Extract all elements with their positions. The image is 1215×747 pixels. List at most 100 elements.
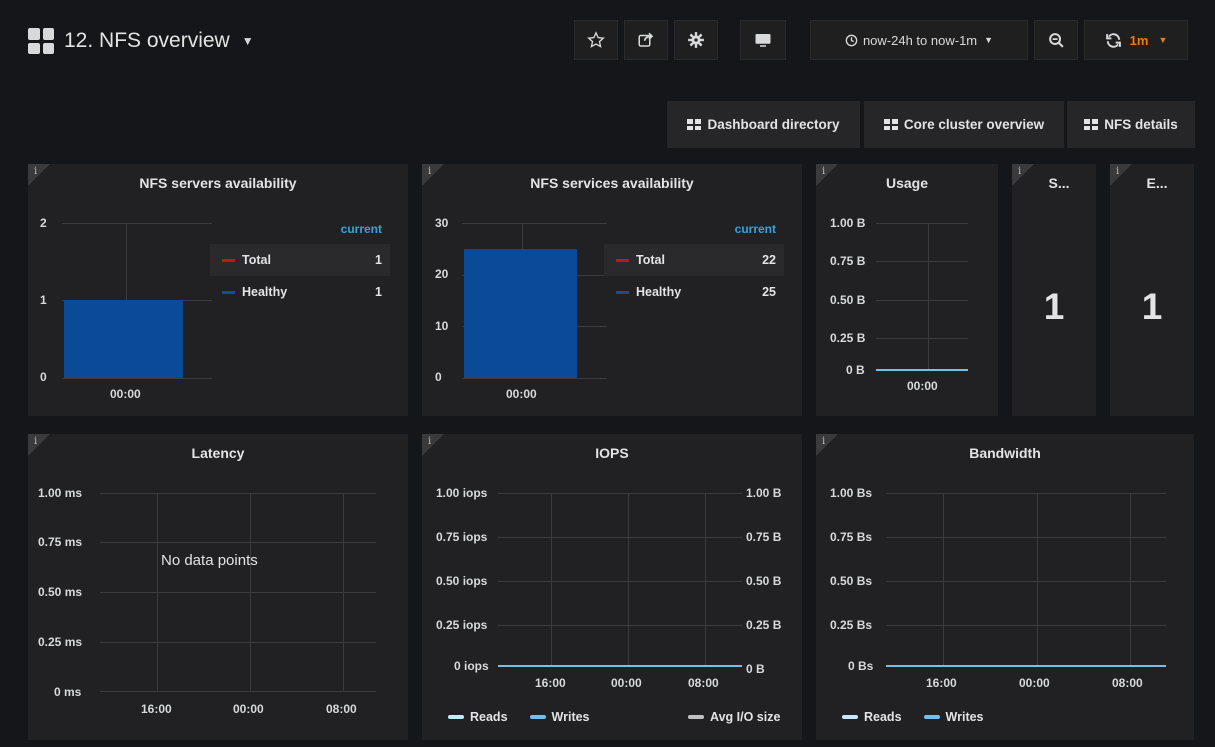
- time-range-picker[interactable]: now-24h to now-1m ▼: [810, 20, 1028, 60]
- panel-title[interactable]: Bandwidth: [816, 445, 1194, 461]
- grid-line: [928, 223, 929, 371]
- legend-item-writes[interactable]: Writes: [552, 710, 590, 724]
- legend-item-healthy[interactable]: Healthy 1: [210, 276, 390, 308]
- dashboard-title-text: 12. NFS overview: [64, 29, 230, 52]
- panel-title[interactable]: NFS servers availability: [28, 175, 408, 191]
- series-line: [876, 369, 968, 371]
- grid-line: [100, 592, 376, 593]
- grid-line: [1037, 493, 1038, 666]
- dashboard-grid-icon: [883, 119, 898, 130]
- graph-legend: Reads Writes: [842, 710, 984, 724]
- grid-line: [943, 493, 944, 666]
- grid-line: [100, 691, 376, 692]
- info-icon: i: [1116, 166, 1120, 177]
- series-swatch[interactable]: [616, 258, 629, 262]
- link-label: NFS details: [1104, 117, 1178, 132]
- legend-item-avg-io-size[interactable]: Avg I/O size: [710, 710, 780, 724]
- y2-tick: 0.50 B: [746, 574, 782, 588]
- series-swatch[interactable]: [529, 715, 546, 719]
- panel-title[interactable]: Usage: [816, 175, 998, 191]
- panel-title[interactable]: Latency: [28, 445, 408, 461]
- y-tick: 0.50 Bs: [830, 574, 873, 588]
- legend-value: 22: [762, 253, 776, 267]
- monitor-icon: [755, 34, 771, 47]
- legend-item-healthy[interactable]: Healthy 25: [604, 276, 784, 308]
- grid-line: [462, 378, 607, 379]
- x-tick: 16:00: [141, 702, 172, 716]
- y-tick: 0 ms: [54, 685, 82, 699]
- bar-healthy: [464, 249, 577, 378]
- grid-line: [876, 261, 968, 262]
- y-tick: 0.75 ms: [38, 535, 83, 549]
- dashboard-grid-icon: [28, 28, 54, 54]
- star-button[interactable]: [574, 20, 618, 60]
- x-tick: 16:00: [535, 676, 566, 690]
- panel-nfs-servers-availability: i NFS servers availability 2 1 0 00:00 c…: [28, 164, 408, 416]
- grid-line: [886, 537, 1166, 538]
- settings-button[interactable]: [674, 20, 718, 60]
- y-tick: 1.00 ms: [38, 486, 83, 500]
- series-swatch[interactable]: [616, 290, 629, 294]
- legend-item-total[interactable]: Total 1: [210, 244, 390, 276]
- legend-item-reads[interactable]: Reads: [864, 710, 902, 724]
- grid-line: [876, 338, 968, 339]
- panel-title[interactable]: IOPS: [422, 445, 802, 461]
- legend-value: 1: [375, 253, 382, 267]
- grid-line: [100, 542, 376, 543]
- series-swatch[interactable]: [222, 290, 235, 294]
- y2-tick: 0.75 B: [746, 530, 782, 544]
- legend-header[interactable]: current: [604, 222, 784, 244]
- x-tick: 08:00: [326, 702, 357, 716]
- panel-nfs-services-availability: i NFS services availability 30 20 10 0 0…: [422, 164, 802, 416]
- series-swatch[interactable]: [842, 715, 858, 719]
- grid-line: [62, 378, 212, 379]
- x-tick: 00:00: [907, 379, 938, 393]
- legend-value: 25: [762, 285, 776, 299]
- x-tick: 00:00: [110, 387, 141, 401]
- panel-title[interactable]: NFS services availability: [422, 175, 802, 191]
- grid-line: [876, 223, 968, 224]
- series-line: [886, 665, 1166, 667]
- grid-line: [886, 581, 1166, 582]
- tv-mode-button[interactable]: [740, 20, 786, 60]
- stat-value: 1: [1141, 286, 1163, 327]
- series-swatch[interactable]: [923, 715, 940, 719]
- legend-item-reads[interactable]: Reads: [470, 710, 508, 724]
- refresh-button[interactable]: 1m ▼: [1084, 20, 1188, 60]
- stat-value: 1: [1043, 286, 1065, 327]
- series-swatch[interactable]: [222, 258, 235, 262]
- x-tick: 08:00: [1112, 676, 1143, 690]
- legend-item-writes[interactable]: Writes: [946, 710, 984, 724]
- dashboard-title[interactable]: 12. NFS overview ▼: [28, 28, 254, 54]
- x-tick: 08:00: [688, 676, 719, 690]
- grid-line: [462, 223, 607, 224]
- panel-title[interactable]: E...: [1120, 175, 1194, 191]
- link-nfs-details[interactable]: NFS details: [1067, 101, 1195, 148]
- legend-name: Healthy: [636, 285, 682, 299]
- legend-item-total[interactable]: Total 22: [604, 244, 784, 276]
- grid-line: [250, 493, 251, 691]
- series-swatch[interactable]: [448, 715, 464, 719]
- link-core-cluster-overview[interactable]: Core cluster overview: [864, 101, 1064, 148]
- zoom-out-button[interactable]: [1034, 20, 1078, 60]
- chevron-down-icon: ▼: [1158, 35, 1168, 45]
- y-tick: 0 B: [846, 363, 865, 377]
- zoom-out-icon: [1048, 32, 1064, 48]
- y2-tick: 0 B: [746, 662, 765, 676]
- series-swatch[interactable]: [688, 715, 704, 719]
- legend-header[interactable]: current: [210, 222, 390, 244]
- link-label: Core cluster overview: [903, 117, 1045, 132]
- y-tick: 1.00 iops: [436, 486, 488, 500]
- panel-title[interactable]: S...: [1022, 175, 1096, 191]
- y-tick: 0: [40, 370, 47, 384]
- y-tick: 0.75 iops: [436, 530, 488, 544]
- x-tick: 00:00: [1019, 676, 1050, 690]
- graph-legend: Reads Writes: [448, 710, 590, 724]
- grid-line: [705, 493, 706, 666]
- grid-line: [100, 493, 376, 494]
- link-dashboard-directory[interactable]: Dashboard directory: [667, 101, 860, 148]
- share-button[interactable]: [624, 20, 668, 60]
- grid-line: [1130, 493, 1131, 666]
- panel-latency: i Latency 1.00 ms 0.75 ms 0.50 ms 0.25 m…: [28, 434, 408, 740]
- grid-line: [886, 493, 1166, 494]
